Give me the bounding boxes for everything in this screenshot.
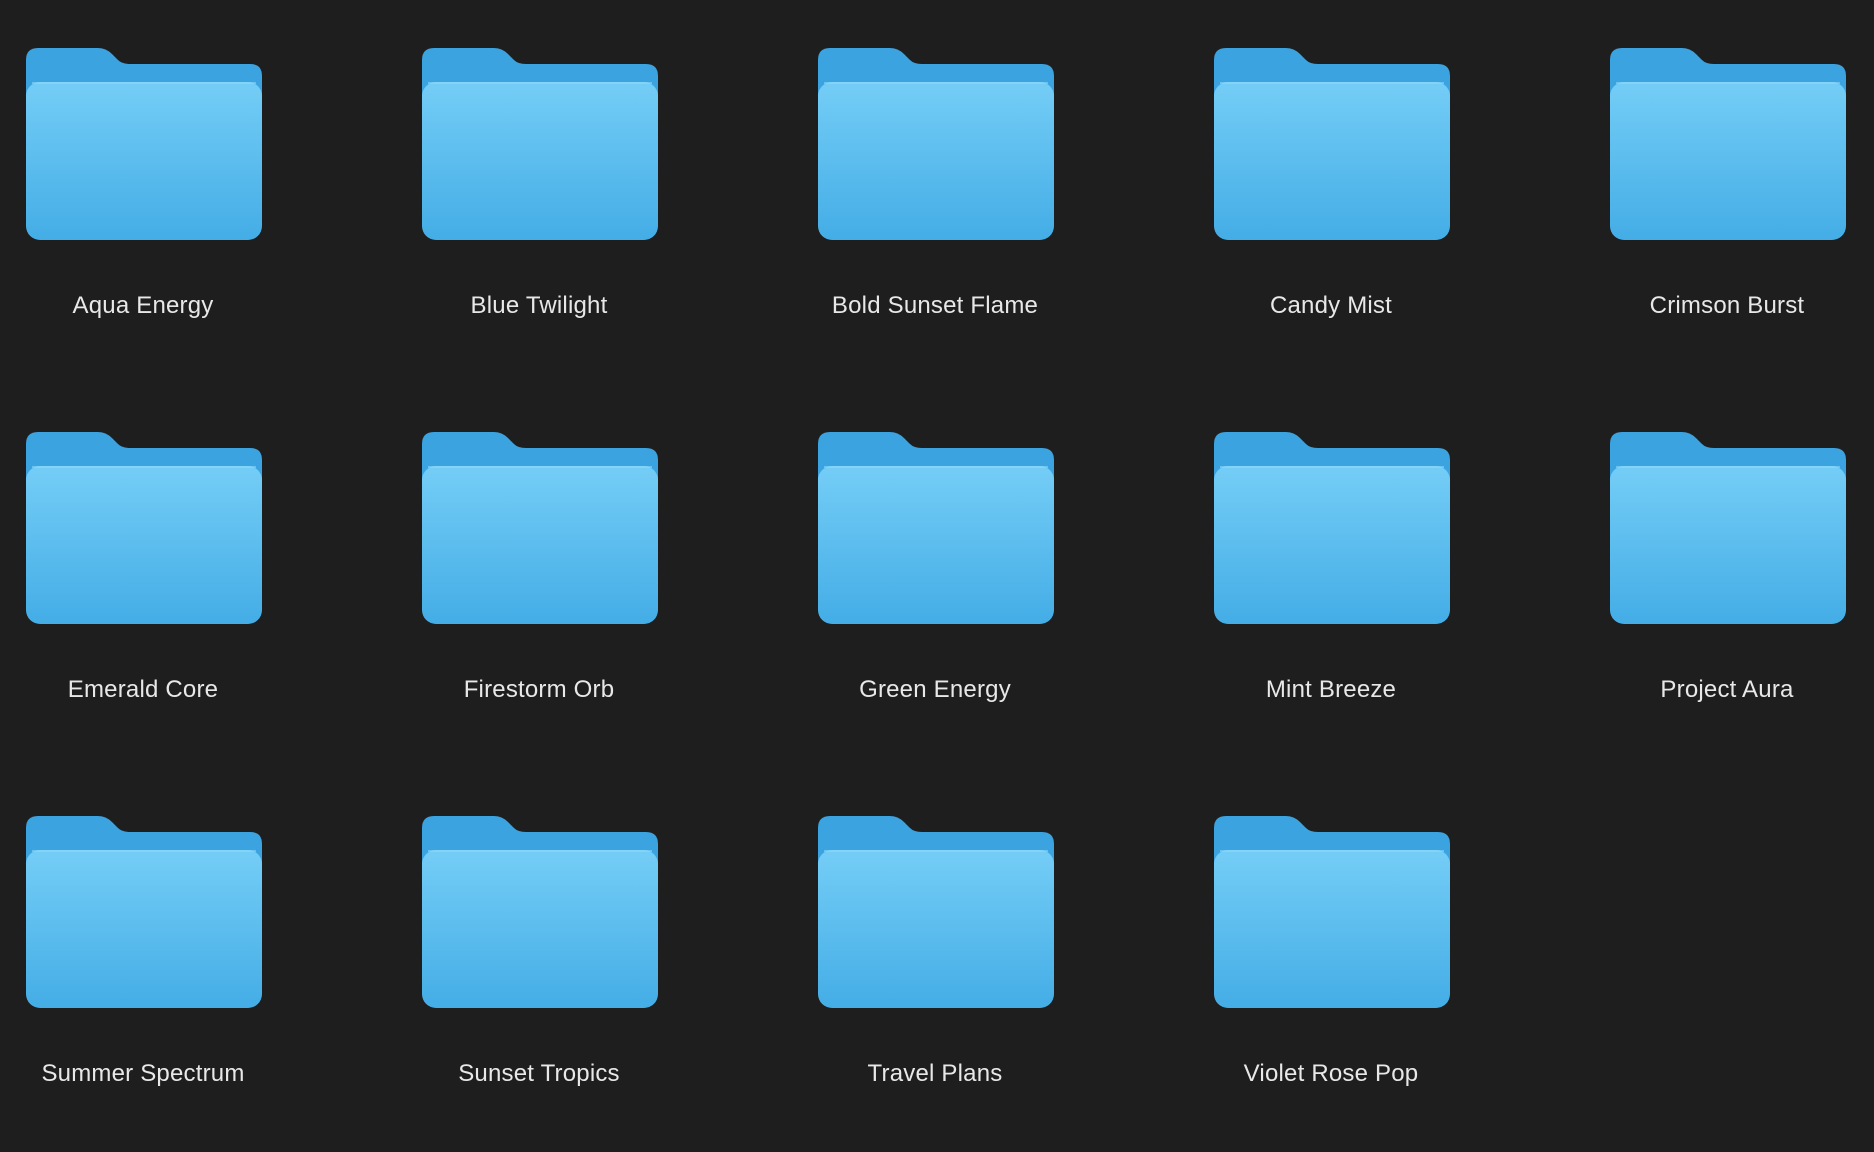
- folder-front: [1214, 466, 1450, 624]
- folder-item[interactable]: Summer Spectrum: [0, 768, 396, 1152]
- folder-item[interactable]: Bold Sunset Flame: [792, 0, 1188, 384]
- folder-icon[interactable]: [422, 816, 658, 1008]
- folder-icon[interactable]: [26, 816, 262, 1008]
- folder-item[interactable]: Green Energy: [792, 384, 1188, 768]
- folder-highlight: [32, 82, 256, 84]
- folder-item[interactable]: Project Aura: [1584, 384, 1874, 768]
- folder-graphic: [1610, 432, 1846, 624]
- folder-icon[interactable]: [26, 48, 262, 240]
- folder-icon[interactable]: [1214, 816, 1450, 1008]
- folder-icon[interactable]: [818, 48, 1054, 240]
- folder-front: [26, 466, 262, 624]
- folder-graphic: [1214, 48, 1450, 240]
- folder-item[interactable]: Sunset Tropics: [396, 768, 792, 1152]
- folder-front: [422, 466, 658, 624]
- folder-label[interactable]: Bold Sunset Flame: [792, 292, 1078, 320]
- folder-graphic: [422, 816, 658, 1008]
- folder-item[interactable]: Firestorm Orb: [396, 384, 792, 768]
- folder-front: [1214, 82, 1450, 240]
- folder-item[interactable]: Candy Mist: [1188, 0, 1584, 384]
- folder-graphic: [1610, 48, 1846, 240]
- folder-item[interactable]: Violet Rose Pop: [1188, 768, 1584, 1152]
- folder-icon[interactable]: [1610, 48, 1846, 240]
- folder-front: [818, 466, 1054, 624]
- folder-graphic: [1214, 816, 1450, 1008]
- folder-highlight: [32, 850, 256, 852]
- folder-graphic: [26, 432, 262, 624]
- folder-graphic: [422, 432, 658, 624]
- folder-label[interactable]: Mint Breeze: [1188, 676, 1474, 704]
- folder-highlight: [428, 850, 652, 852]
- folder-front: [1610, 82, 1846, 240]
- folder-item[interactable]: Emerald Core: [0, 384, 396, 768]
- folder-highlight: [32, 466, 256, 468]
- folder-graphic: [1214, 432, 1450, 624]
- folder-label[interactable]: Emerald Core: [0, 676, 286, 704]
- folder-highlight: [428, 82, 652, 84]
- folder-icon[interactable]: [1610, 432, 1846, 624]
- folder-label[interactable]: Project Aura: [1584, 676, 1870, 704]
- folder-graphic: [26, 48, 262, 240]
- folder-front: [1610, 466, 1846, 624]
- folder-highlight: [1220, 82, 1444, 84]
- folder-label[interactable]: Candy Mist: [1188, 292, 1474, 320]
- folder-icon[interactable]: [422, 432, 658, 624]
- folder-icon[interactable]: [26, 432, 262, 624]
- folder-highlight: [428, 466, 652, 468]
- folder-highlight: [1220, 466, 1444, 468]
- folder-item[interactable]: Aqua Energy: [0, 0, 396, 384]
- folder-graphic: [818, 48, 1054, 240]
- folder-highlight: [824, 850, 1048, 852]
- folder-icon[interactable]: [818, 432, 1054, 624]
- folder-graphic: [26, 816, 262, 1008]
- folder-front: [818, 850, 1054, 1008]
- folder-label[interactable]: Green Energy: [792, 676, 1078, 704]
- folder-highlight: [1220, 850, 1444, 852]
- folder-highlight: [1616, 82, 1840, 84]
- folder-label[interactable]: Crimson Burst: [1584, 292, 1870, 320]
- folder-label[interactable]: Travel Plans: [792, 1060, 1078, 1088]
- folder-label[interactable]: Summer Spectrum: [0, 1060, 286, 1088]
- folder-label[interactable]: Firestorm Orb: [396, 676, 682, 704]
- folder-icon[interactable]: [1214, 48, 1450, 240]
- folder-item[interactable]: Blue Twilight: [396, 0, 792, 384]
- folder-front: [26, 82, 262, 240]
- folder-front: [422, 850, 658, 1008]
- folder-highlight: [1616, 466, 1840, 468]
- folder-graphic: [422, 48, 658, 240]
- folder-item[interactable]: Mint Breeze: [1188, 384, 1584, 768]
- folder-front: [818, 82, 1054, 240]
- folder-graphic: [818, 816, 1054, 1008]
- folder-graphic: [818, 432, 1054, 624]
- folder-icon[interactable]: [818, 816, 1054, 1008]
- folder-label[interactable]: Sunset Tropics: [396, 1060, 682, 1088]
- folder-front: [26, 850, 262, 1008]
- folder-label[interactable]: Violet Rose Pop: [1188, 1060, 1474, 1088]
- folder-front: [422, 82, 658, 240]
- folder-label[interactable]: Blue Twilight: [396, 292, 682, 320]
- folder-highlight: [824, 466, 1048, 468]
- folder-icon[interactable]: [422, 48, 658, 240]
- folder-grid: Aqua Energy Blue Twilight Bold Sunset Fl…: [0, 0, 1874, 1142]
- folder-highlight: [824, 82, 1048, 84]
- folder-item[interactable]: Travel Plans: [792, 768, 1188, 1152]
- folder-front: [1214, 850, 1450, 1008]
- folder-item[interactable]: Crimson Burst: [1584, 0, 1874, 384]
- folder-label[interactable]: Aqua Energy: [0, 292, 286, 320]
- folder-icon[interactable]: [1214, 432, 1450, 624]
